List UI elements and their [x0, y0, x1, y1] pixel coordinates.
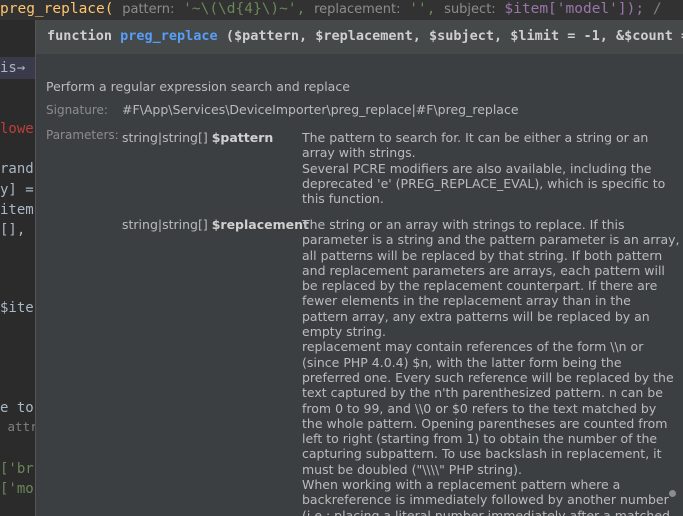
pattern-argument: '~\(\d{4}\)~', — [183, 1, 306, 17]
param-type: string|string[] — [122, 217, 208, 232]
param-pattern-description: The pattern to search for. It can be eit… — [302, 130, 680, 206]
function-keyword: function — [47, 28, 121, 44]
replacement-argument: '', — [409, 1, 436, 17]
param-pattern-type: string|string[] $pattern — [122, 130, 273, 145]
popup-signature-header: function preg_replace ($pattern, $replac… — [36, 20, 683, 54]
code-fragment: is→ — [0, 60, 26, 76]
subject-argument: $item['model']); — [504, 1, 645, 17]
param-desc-line: replacement may contain references of th… — [302, 339, 674, 477]
popup-scrollbar[interactable] — [676, 54, 683, 516]
param-type: string|string[] — [122, 130, 208, 145]
param-desc-line: Several PCRE modifiers are also availabl… — [302, 160, 666, 207]
code-fragment: item — [0, 202, 34, 218]
function-call: preg_replace( — [0, 1, 114, 17]
more-indicator-icon — [669, 490, 676, 497]
code-fragment: ['br — [0, 461, 34, 477]
param-hint-pattern: pattern: — [122, 2, 175, 17]
function-params: ($pattern, $replacement, $subject, $limi… — [217, 28, 683, 44]
param-desc-line: The pattern to search for. It can be eit… — [302, 130, 649, 161]
param-desc-line: The string or an array with strings to r… — [302, 217, 680, 340]
signature-value: #F\App\Services\DeviceImporter\preg_repl… — [122, 102, 519, 117]
function-name-link[interactable]: preg_replace — [120, 28, 218, 44]
param-hint-subject: subject: — [444, 2, 496, 17]
param-name: $pattern — [211, 130, 274, 145]
param-replacement-type: string|string[] $replacement — [122, 217, 309, 232]
parameters-label: Parameters: — [46, 128, 119, 142]
param-hint-replacement: replacement: — [314, 2, 401, 17]
param-name: $replacement — [211, 217, 309, 232]
code-fragment: $ite — [0, 300, 34, 316]
param-desc-line: When working with a replacement pattern … — [302, 477, 670, 516]
trailing-comment: / — [652, 1, 662, 17]
code-fragment: e to — [0, 400, 34, 416]
function-description: Perform a regular expression search and … — [46, 79, 350, 94]
code-fragment: rand — [0, 161, 34, 177]
code-fragment: ['mo — [0, 481, 34, 497]
code-fragment: [], — [0, 222, 26, 238]
code-fragment: lowe — [0, 121, 34, 137]
signature-label: Signature: — [46, 103, 108, 117]
code-line-preg-replace[interactable]: preg_replace( pattern: '~\(\d{4}\)~', re… — [0, 0, 683, 20]
param-replacement-description: The string or an array with strings to r… — [302, 217, 680, 516]
code-fragment: y] = — [0, 182, 34, 198]
documentation-popup[interactable]: function preg_replace ($pattern, $replac… — [35, 20, 683, 516]
